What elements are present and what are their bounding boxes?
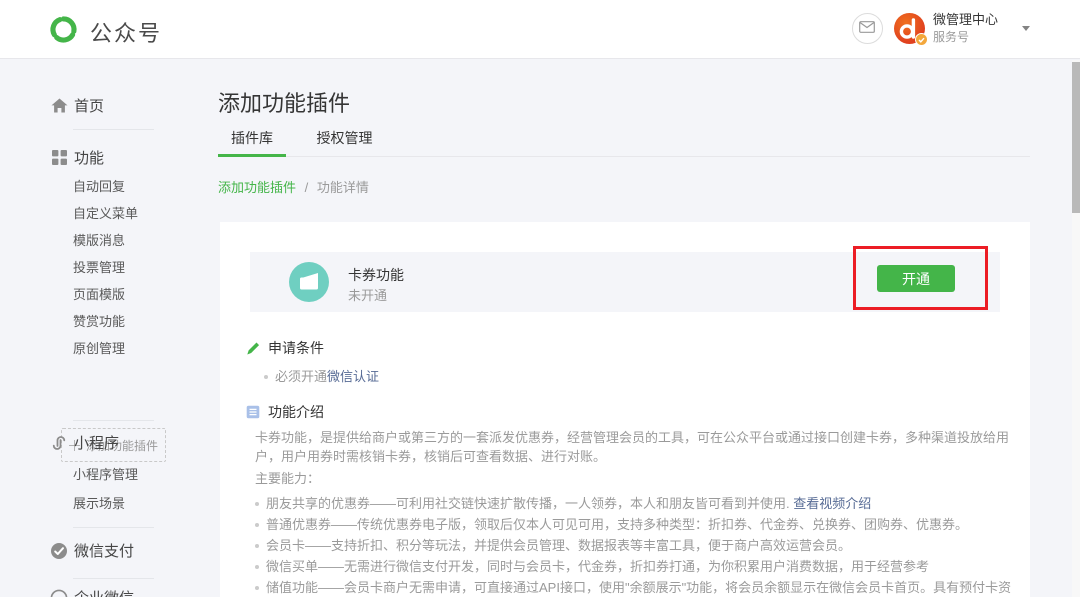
sidebar-item-label: 企业微信 — [74, 587, 134, 597]
chevron-down-icon[interactable] — [1022, 26, 1030, 31]
header-right: 微管理中心 服务号 — [852, 13, 1030, 45]
sidebar-item-vote-management[interactable]: 投票管理 — [73, 254, 138, 281]
capability-text: 储值功能——会员卡商户无需申请，可直接通过API接口，使用"余额展示"功能，将会… — [255, 580, 1011, 597]
messages-button[interactable] — [852, 13, 883, 44]
bullet-dot — [255, 544, 259, 548]
breadcrumb-current: 功能详情 — [317, 180, 369, 195]
avatar[interactable] — [894, 13, 925, 44]
feature-intro-heading: 功能介绍 — [246, 402, 1028, 422]
brand-title: 公众号 — [90, 16, 162, 48]
sidebar-item-display-scene[interactable]: 展示场景 — [73, 489, 138, 518]
feature-status: 未开通 — [348, 285, 387, 304]
coupon-card-icon — [289, 262, 329, 307]
bullet-dot — [255, 586, 259, 590]
miniprogram-icon — [50, 434, 68, 452]
screen: 公众号 — [0, 0, 1080, 597]
bullet-dot — [255, 523, 259, 527]
document-list-icon — [246, 405, 260, 419]
bullet-dot — [255, 565, 259, 569]
divider — [73, 527, 154, 528]
sidebar-item-custom-menu[interactable]: 自定义菜单 — [73, 200, 138, 227]
capability-text: 朋友共享的优惠券——可利用社交链快速扩散传播，一人领券，本人和朋友皆可看到并使用… — [266, 496, 793, 511]
account-type: 服务号 — [933, 31, 998, 45]
list-item: 会员卡——支持折扣、积分等玩法，并提供会员管理、数据报表等丰富工具，便于商户高效… — [255, 535, 1021, 556]
capabilities-list: 朋友共享的优惠券——可利用社交链快速扩散传播，一人领券，本人和朋友皆可看到并使用… — [255, 493, 1021, 597]
envelope-icon — [859, 20, 875, 38]
sidebar-item-function[interactable]: 功能 — [50, 147, 104, 168]
home-icon — [50, 98, 68, 113]
sidebar-item-label: 功能 — [74, 147, 104, 168]
list-item: 储值功能——会员卡商户无需申请，可直接通过API接口，使用"余额展示"功能，将会… — [255, 577, 1021, 597]
sidebar-item-miniprogram[interactable]: 小程序 — [50, 432, 119, 453]
sidebar-item-label: 小程序 — [74, 432, 119, 453]
page-title: 添加功能插件 — [218, 86, 350, 118]
sidebar: 首页 功能 自动回复 自定义菜单 模版消息 投票管理 页面模版 赞赏功能 原创管… — [0, 60, 205, 597]
apply-conditions-section: 申请条件 必须开通微信认证 — [246, 338, 379, 385]
bullet-dot — [255, 502, 259, 506]
sidebar-item-page-template[interactable]: 页面模版 — [73, 281, 138, 308]
bullet-dot — [264, 375, 268, 379]
divider — [73, 129, 154, 130]
sidebar-item-label: 首页 — [74, 95, 104, 116]
sidebar-item-home[interactable]: 首页 — [50, 95, 104, 116]
miniprogram-submenu: 小程序管理 展示场景 — [73, 460, 138, 518]
apply-conditions-heading: 申请条件 — [246, 338, 379, 358]
sidebar-item-label: 微信支付 — [74, 540, 134, 561]
function-submenu: 自动回复 自定义菜单 模版消息 投票管理 页面模版 赞赏功能 原创管理 — [73, 173, 138, 362]
annotation-highlight-box — [853, 246, 988, 310]
sidebar-item-wechat-pay[interactable]: 微信支付 — [50, 540, 134, 561]
divider — [73, 420, 154, 421]
tab-authorization-management[interactable]: 授权管理 — [303, 127, 385, 157]
section-title: 功能介绍 — [268, 402, 324, 422]
scrollbar — [1072, 60, 1080, 597]
sidebar-item-template-message[interactable]: 模版消息 — [73, 227, 138, 254]
divider — [73, 578, 154, 579]
capabilities-label: 主要能力： — [255, 469, 1028, 488]
wechat-pay-icon — [50, 542, 68, 560]
breadcrumb-parent-link[interactable]: 添加功能插件 — [218, 180, 296, 195]
top-header: 公众号 — [0, 0, 1080, 59]
tabs: 插件库 授权管理 — [218, 127, 1030, 157]
account-name: 微管理中心 — [933, 13, 998, 28]
feature-intro-section: 功能介绍 卡券功能，是提供给商户或第三方的一套派发优惠券，经营管理会员的工具，可… — [246, 402, 1028, 597]
section-title: 申请条件 — [268, 338, 324, 358]
feature-description: 卡券功能，是提供给商户或第三方的一套派发优惠券，经营管理会员的工具，可在公众平台… — [255, 428, 1021, 466]
feature-name: 卡券功能 — [348, 265, 404, 285]
capability-text: 普通优惠券——传统优惠券电子版，领取后仅本人可见可用，支持多种类型：折扣券、代金… — [266, 517, 968, 532]
sidebar-item-enterprise-wechat[interactable]: 企业微信 — [50, 587, 134, 597]
account-info: 微管理中心 服务号 — [933, 13, 998, 45]
tab-plugin-library[interactable]: 插件库 — [218, 127, 286, 157]
sidebar-item-auto-reply[interactable]: 自动回复 — [73, 173, 138, 200]
list-item: 朋友共享的优惠券——可利用社交链快速扩散传播，一人领券，本人和朋友皆可看到并使用… — [255, 493, 1021, 514]
scrollbar-thumb[interactable] — [1072, 62, 1080, 213]
verified-badge-icon — [915, 33, 928, 46]
capability-text: 会员卡——支持折扣、积分等玩法，并提供会员管理、数据报表等丰富工具，便于商户高效… — [266, 538, 851, 553]
video-intro-link[interactable]: 查看视频介绍 — [793, 496, 871, 511]
capability-text: 微信买单——无需进行微信支付开发，同时与会员卡，代金券，折扣券打通，为你积累用户… — [266, 559, 929, 574]
grid-icon — [50, 150, 68, 165]
breadcrumb-separator: / — [305, 180, 309, 195]
enterprise-wechat-icon — [50, 589, 68, 597]
list-item: 普通优惠券——传统优惠券电子版，领取后仅本人可见可用，支持多种类型：折扣券、代金… — [255, 514, 1021, 535]
wechat-mp-logo-icon — [47, 13, 80, 51]
breadcrumb: 添加功能插件 / 功能详情 — [218, 177, 369, 196]
sidebar-item-reward-function[interactable]: 赞赏功能 — [73, 308, 138, 335]
wechat-verification-link[interactable]: 微信认证 — [327, 369, 379, 384]
apply-condition-item: 必须开通微信认证 — [264, 366, 379, 385]
condition-text: 必须开通 — [275, 369, 327, 384]
pen-icon — [246, 341, 260, 356]
brand[interactable]: 公众号 — [47, 13, 162, 51]
sidebar-item-miniprogram-management[interactable]: 小程序管理 — [73, 460, 138, 489]
sidebar-item-original-management[interactable]: 原创管理 — [73, 335, 138, 362]
list-item: 微信买单——无需进行微信支付开发，同时与会员卡，代金券，折扣券打通，为你积累用户… — [255, 556, 1021, 577]
